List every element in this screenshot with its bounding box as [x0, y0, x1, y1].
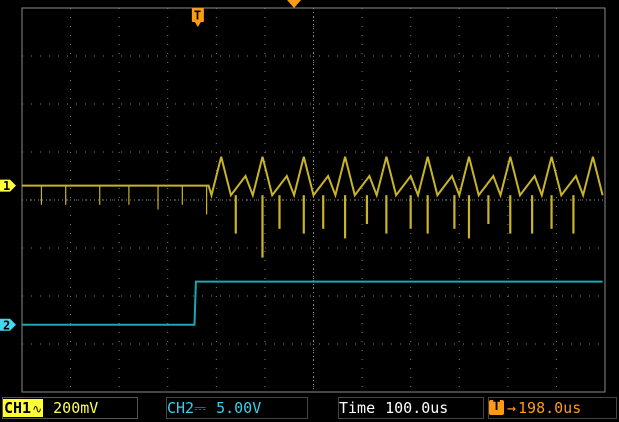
ch1-label: CH1 [4, 399, 32, 417]
status-bar: CH1∿ 200mV CH2⎓ 5.00V Time 100.0us →198.0us [0, 396, 619, 422]
ch2-scale: 5.00V [216, 399, 262, 417]
trigger-position-status[interactable]: →198.0us [488, 397, 617, 419]
oscilloscope-display: 1 2 T [0, 0, 619, 422]
ch2-status[interactable]: CH2⎓ 5.00V [166, 397, 308, 419]
ch1-scale: 200mV [53, 399, 99, 417]
ch2-marker-label: 2 [3, 318, 10, 332]
ch1-status[interactable]: CH1∿ 200mV [2, 397, 138, 419]
time-scale: 100.0us [385, 399, 449, 417]
dc-coupling-icon: ⎓ [194, 399, 207, 417]
trigger-marker-label: T [194, 9, 201, 23]
ch2-label: CH2 [167, 399, 195, 417]
trigger-position: 198.0us [518, 399, 582, 417]
ch1-marker-label: 1 [3, 179, 10, 193]
screen-background [0, 0, 619, 422]
ac-coupling-icon: ∿ [32, 402, 43, 416]
ch1-label-badge: CH1∿ [3, 399, 44, 417]
trigger-icon [489, 397, 504, 417]
trigger-arrow: → [507, 399, 517, 417]
timebase-status[interactable]: Time 100.0us [338, 397, 484, 419]
time-label: Time [339, 399, 376, 417]
